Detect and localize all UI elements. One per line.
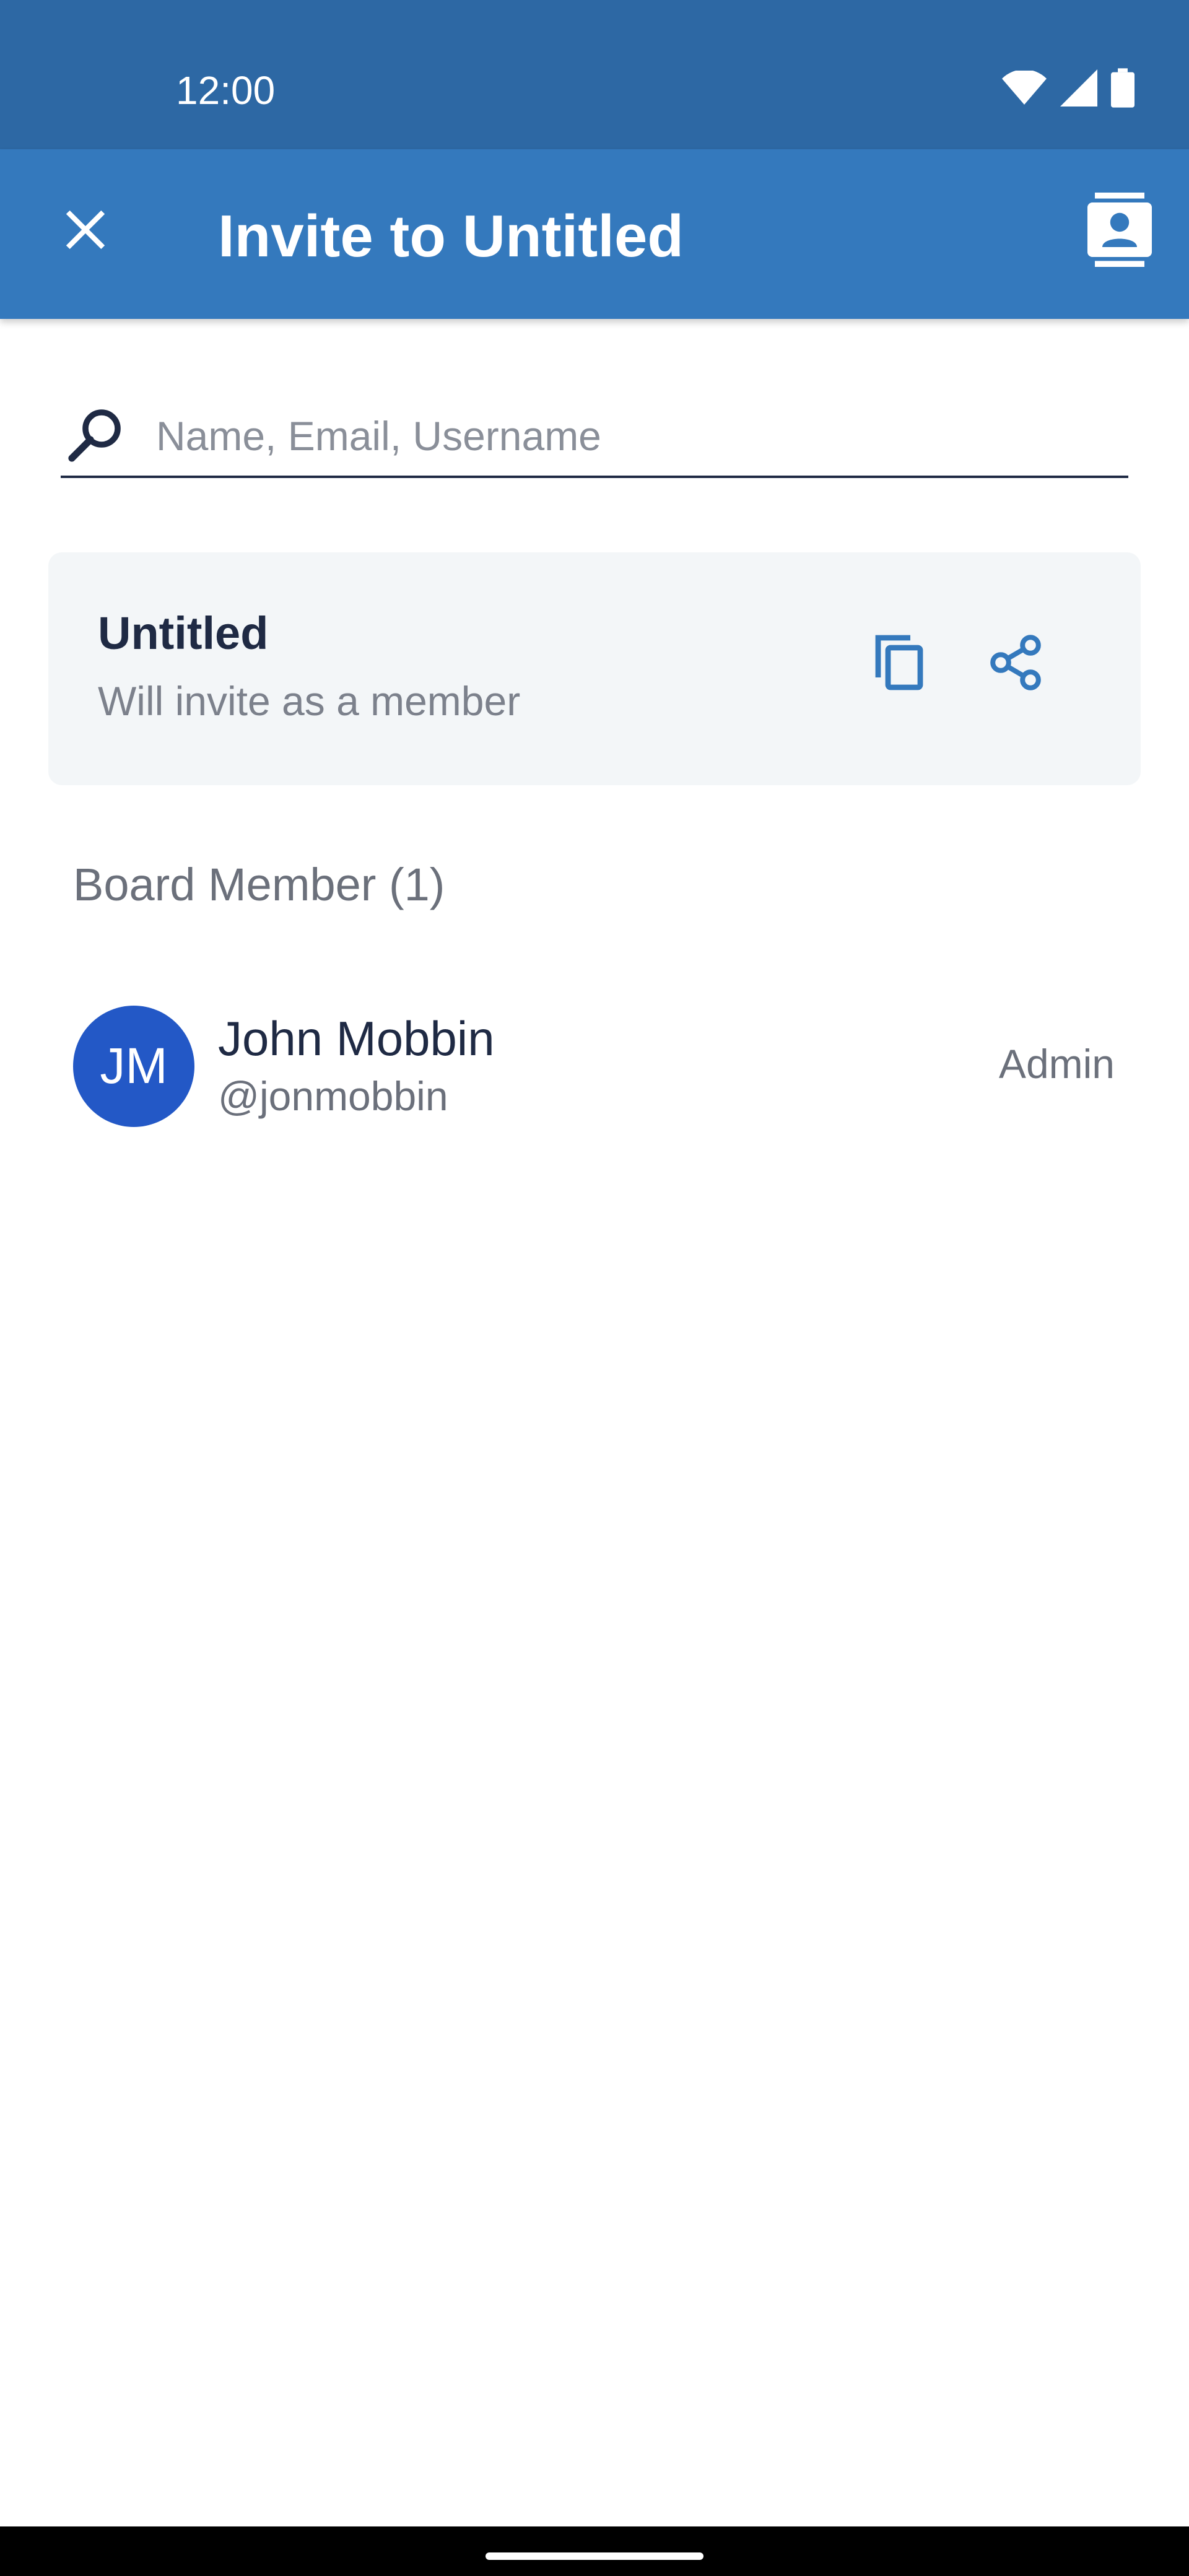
status-bar: 12:00 — [0, 0, 1189, 149]
member-name: John Mobbin — [218, 1011, 495, 1066]
home-gesture-handle[interactable] — [486, 2552, 703, 2560]
page-title: Invite to Untitled — [218, 203, 684, 269]
signal-icon — [1060, 69, 1097, 110]
invite-role-text: Will invite as a member — [98, 678, 521, 724]
battery-icon — [1111, 67, 1135, 111]
share-link-button[interactable] — [975, 623, 1056, 705]
member-role: Admin — [998, 1041, 1115, 1087]
contacts-icon — [1087, 192, 1152, 270]
close-icon — [62, 206, 109, 256]
status-icons — [1002, 67, 1135, 111]
wifi-icon — [1002, 69, 1047, 108]
app-bar: Invite to Untitled — [0, 149, 1189, 319]
member-list-item[interactable]: JM John Mobbin @jonmobbin Admin — [50, 978, 1139, 1146]
member-username: @jonmobbin — [218, 1073, 448, 1119]
contacts-button[interactable] — [1078, 189, 1162, 273]
copy-icon — [873, 633, 928, 695]
status-time: 12:00 — [176, 68, 276, 113]
system-nav-bar — [0, 2526, 1189, 2576]
board-title: Untitled — [98, 607, 269, 659]
search-icon — [66, 405, 125, 464]
share-icon — [986, 633, 1045, 695]
close-button[interactable] — [43, 189, 128, 273]
copy-link-button[interactable] — [860, 623, 941, 705]
avatar: JM — [73, 1006, 194, 1127]
search-input[interactable] — [156, 405, 1122, 467]
invite-card: Untitled Will invite as a member — [48, 552, 1141, 785]
search-bar — [61, 390, 1128, 478]
board-members-heading: Board Member (1) — [73, 859, 445, 910]
